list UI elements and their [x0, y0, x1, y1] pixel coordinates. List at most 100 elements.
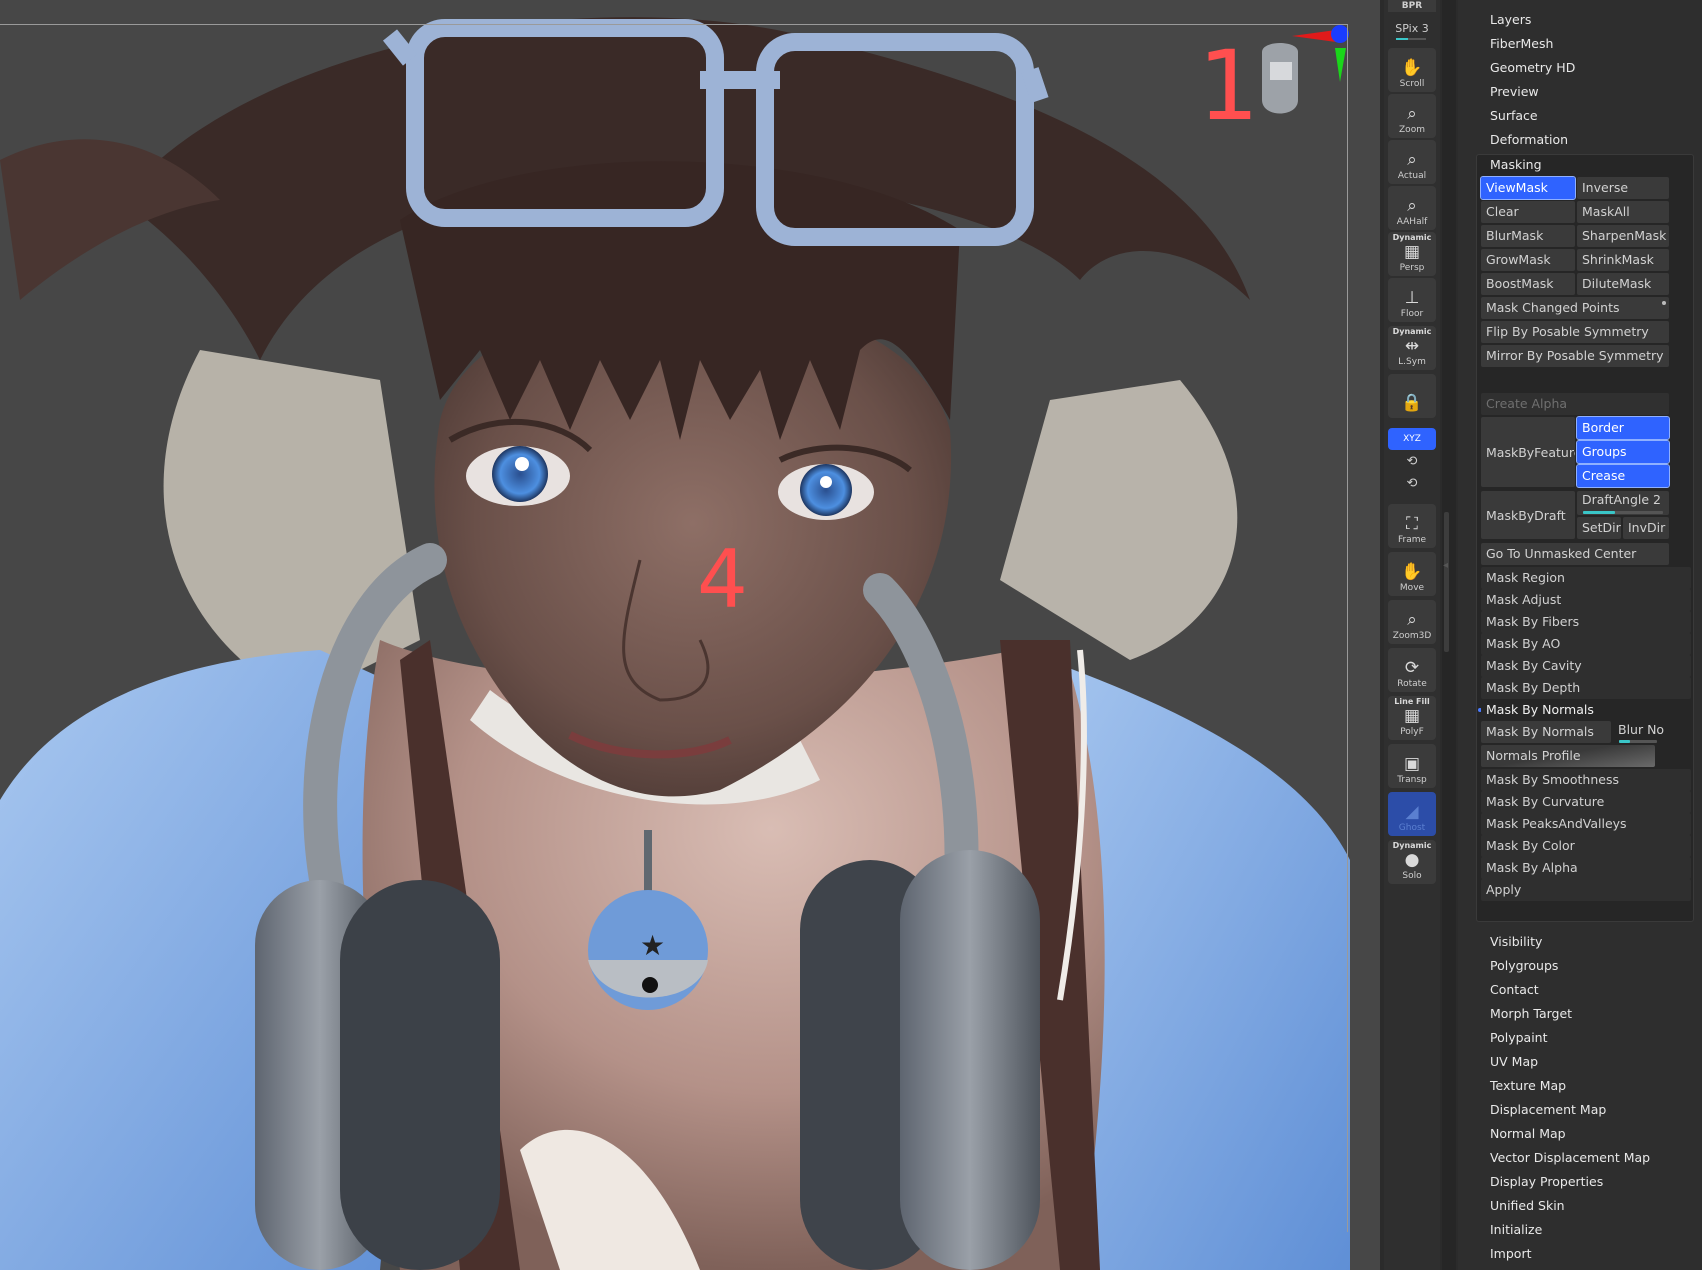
- panel-divider[interactable]: ◂: [1442, 0, 1456, 1270]
- subpalette-uv-map[interactable]: UV Map: [1490, 1054, 1538, 1069]
- subpalette-displacement-map[interactable]: Displacement Map: [1490, 1102, 1606, 1117]
- subpalette-mask-by-alpha[interactable]: Mask By Alpha: [1481, 857, 1691, 879]
- annotation-1: 1: [1198, 30, 1260, 142]
- solo-icon: ●: [1404, 850, 1420, 870]
- boostmask-button[interactable]: BoostMask: [1481, 273, 1575, 295]
- maskall-button[interactable]: MaskAll: [1577, 201, 1669, 223]
- sharpenmask-button[interactable]: SharpenMask: [1577, 225, 1669, 247]
- inverse-button[interactable]: Inverse: [1577, 177, 1669, 199]
- polyf-button[interactable]: Line Fill ▦ PolyF: [1388, 696, 1436, 740]
- 3d-viewport[interactable]: ★ 1 2 3 4: [0, 0, 1380, 1270]
- actual-button[interactable]: ⌕ Actual: [1388, 140, 1436, 184]
- subpalette-fibermesh[interactable]: FiberMesh: [1490, 36, 1553, 51]
- subpalette-unified-skin[interactable]: Unified Skin: [1490, 1198, 1565, 1213]
- hand-icon: ✋: [1401, 58, 1423, 78]
- lock-button[interactable]: 🔒: [1388, 374, 1436, 418]
- floor-icon: ⊥: [1404, 288, 1420, 308]
- subpalette-geometry-hd[interactable]: Geometry HD: [1490, 60, 1575, 75]
- ghost-button[interactable]: ◢ Ghost: [1388, 792, 1436, 836]
- xyz-button[interactable]: XYZ: [1388, 428, 1436, 450]
- subpalette-mask-adjust[interactable]: Mask Adjust: [1481, 589, 1691, 611]
- svg-text:★: ★: [640, 929, 665, 962]
- subpalette-preview[interactable]: Preview: [1490, 84, 1539, 99]
- flip-by-posable-symmetry-button[interactable]: Flip By Posable Symmetry: [1481, 321, 1669, 343]
- normals-profile-label: Normals Profile: [1486, 748, 1581, 763]
- annotation-4: 4: [697, 533, 748, 626]
- subpalette-polygroups[interactable]: Polygroups: [1490, 958, 1558, 973]
- subpalette-display-properties[interactable]: Display Properties: [1490, 1174, 1603, 1189]
- gizmo-z-axis: [1331, 25, 1349, 43]
- floor-button[interactable]: ⊥ Floor: [1388, 278, 1436, 322]
- blur-normals-label: Blur No: [1618, 722, 1665, 737]
- subpalette-mask-by-color[interactable]: Mask By Color: [1481, 835, 1691, 857]
- viewmask-button[interactable]: ViewMask: [1480, 176, 1576, 200]
- mask-by-normals-button[interactable]: Mask By Normals: [1481, 721, 1611, 743]
- aahalf-button[interactable]: ⌕ AAHalf: [1388, 186, 1436, 230]
- subpalette-initialize[interactable]: Initialize: [1490, 1222, 1542, 1237]
- orientation-gizmo: [1262, 25, 1349, 114]
- sculpt-render: ★: [0, 17, 1350, 1270]
- frame-icon: ⛶: [1406, 514, 1418, 534]
- normals-profile-curve[interactable]: Normals Profile: [1481, 745, 1655, 767]
- growmask-button[interactable]: GrowMask: [1481, 249, 1575, 271]
- clear-button[interactable]: Clear: [1481, 201, 1575, 223]
- rotate-z-icon[interactable]: ⟲: [1388, 476, 1436, 491]
- subpalette-vector-displacement-map[interactable]: Vector Displacement Map: [1490, 1150, 1650, 1165]
- setdir-button[interactable]: SetDir: [1577, 517, 1621, 539]
- subpalette-visibility[interactable]: Visibility: [1490, 934, 1542, 949]
- lsym-button[interactable]: Dynamic ⇹ L.Sym: [1388, 326, 1436, 370]
- gizmo-y-axis: [1335, 48, 1346, 82]
- subpalette-mask-by-ao[interactable]: Mask By AO: [1481, 633, 1691, 655]
- blur-normals-fill: [1619, 740, 1631, 743]
- persp-button[interactable]: Dynamic ▦ Persp: [1388, 232, 1436, 276]
- transp-button[interactable]: ▣ Transp: [1388, 744, 1436, 788]
- mirror-by-posable-symmetry-button[interactable]: Mirror By Posable Symmetry: [1481, 345, 1669, 367]
- solo-button[interactable]: Dynamic ● Solo: [1388, 840, 1436, 884]
- subpalette-mask-peaks-and-valleys[interactable]: Mask PeaksAndValleys: [1481, 813, 1691, 835]
- subpalette-mask-by-smoothness[interactable]: Mask By Smoothness: [1481, 769, 1691, 791]
- rotate-button[interactable]: ⟳ Rotate: [1388, 648, 1436, 692]
- maskbydraft-button[interactable]: MaskByDraft: [1481, 491, 1575, 539]
- zoom-icon: ⌕: [1407, 104, 1417, 124]
- subpalette-surface[interactable]: Surface: [1490, 108, 1538, 123]
- border-toggle[interactable]: Border: [1576, 416, 1670, 440]
- subpalette-morph-target[interactable]: Morph Target: [1490, 1006, 1572, 1021]
- subpalette-polypaint[interactable]: Polypaint: [1490, 1030, 1548, 1045]
- spix-slider[interactable]: SPix 3: [1388, 22, 1436, 35]
- dilutemask-button[interactable]: DiluteMask: [1577, 273, 1669, 295]
- masking-title[interactable]: Masking: [1490, 157, 1542, 172]
- blurmask-button[interactable]: BlurMask: [1481, 225, 1575, 247]
- rotate-y-icon[interactable]: ⟲: [1388, 454, 1436, 469]
- headphone-cup-right-outer: [900, 850, 1040, 1270]
- zoom3d-button[interactable]: ⌕ Zoom3D: [1388, 600, 1436, 644]
- groups-toggle[interactable]: Groups: [1576, 440, 1670, 464]
- subpalette-import[interactable]: Import: [1490, 1246, 1532, 1261]
- actual-icon: ⌕: [1407, 150, 1417, 170]
- subpalette-mask-by-fibers[interactable]: Mask By Fibers: [1481, 611, 1691, 633]
- headphone-cup-left: [340, 880, 500, 1270]
- crease-toggle[interactable]: Crease: [1576, 464, 1670, 488]
- subpalette-mask-by-normals[interactable]: Mask By Normals: [1481, 699, 1691, 721]
- subpalette-mask-by-cavity[interactable]: Mask By Cavity: [1481, 655, 1691, 677]
- draftangle-label: DraftAngle 2: [1582, 492, 1662, 507]
- subpalette-contact[interactable]: Contact: [1490, 982, 1539, 997]
- subpalette-texture-map[interactable]: Texture Map: [1490, 1078, 1566, 1093]
- subpalette-normal-map[interactable]: Normal Map: [1490, 1126, 1566, 1141]
- subpalette-mask-by-depth[interactable]: Mask By Depth: [1481, 677, 1691, 699]
- mask-changed-points-button[interactable]: Mask Changed Points: [1481, 297, 1669, 319]
- invdir-button[interactable]: InvDir: [1623, 517, 1669, 539]
- scroll-button[interactable]: ✋ Scroll: [1388, 48, 1436, 92]
- maskbyfeature-button[interactable]: MaskByFeature: [1481, 417, 1575, 487]
- subpalette-layers[interactable]: Layers: [1490, 12, 1531, 27]
- frame-button[interactable]: ⛶ Frame: [1388, 504, 1436, 548]
- subpalette-mask-by-curvature[interactable]: Mask By Curvature: [1481, 791, 1691, 813]
- go-to-unmasked-center-button[interactable]: Go To Unmasked Center: [1481, 543, 1669, 565]
- zoom-button[interactable]: ⌕ Zoom: [1388, 94, 1436, 138]
- subpalette-mask-region[interactable]: Mask Region: [1481, 567, 1691, 589]
- subpalette-deformation[interactable]: Deformation: [1490, 132, 1568, 147]
- ghost-icon: ◢: [1405, 802, 1419, 822]
- move-button[interactable]: ✋ Move: [1388, 552, 1436, 596]
- shrinkmask-button[interactable]: ShrinkMask: [1577, 249, 1669, 271]
- bpr-button[interactable]: BPR: [1388, 0, 1436, 12]
- subpalette-apply[interactable]: Apply: [1481, 879, 1691, 901]
